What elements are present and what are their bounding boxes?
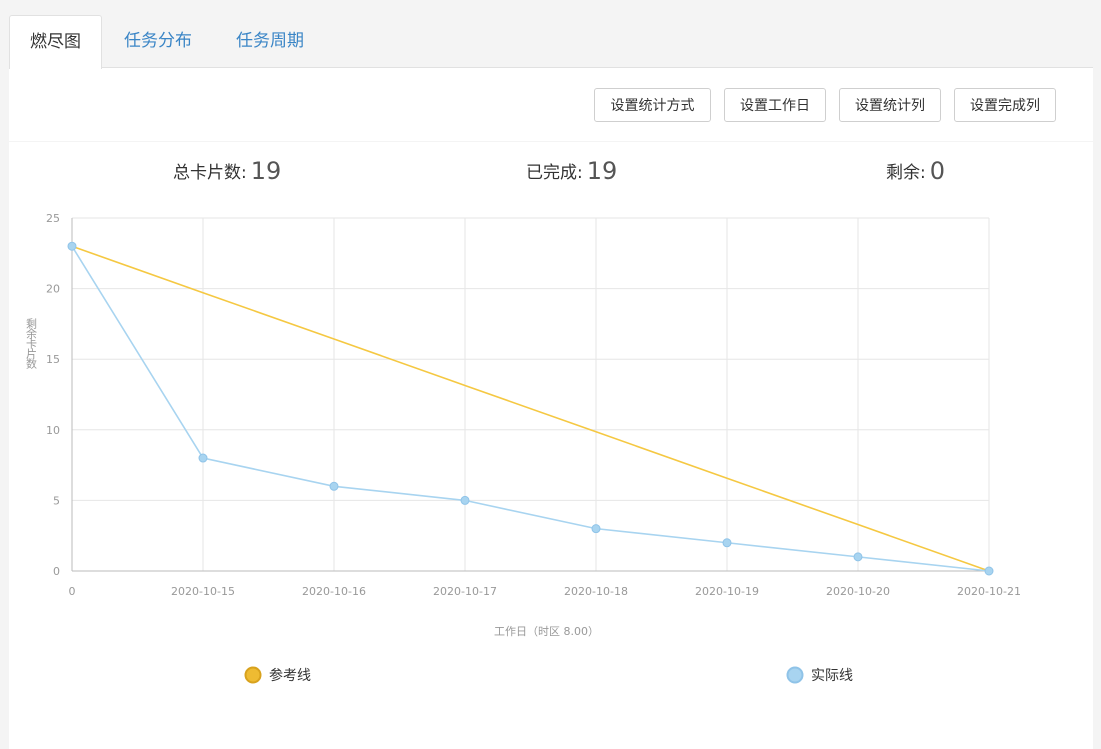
y-tick-label: 0 — [53, 565, 60, 578]
x-tick-label: 2020-10-21 — [957, 585, 1021, 598]
y-tick-label: 5 — [53, 494, 60, 507]
legend-actual-label[interactable]: 实际线 — [811, 668, 853, 684]
burndown-chart: 0 5 10 15 20 25 0 2020-10-15 2020-10-16 2020-10-1… — [25, 212, 1021, 684]
actual-point[interactable] — [198, 453, 208, 463]
actual-point[interactable] — [853, 552, 863, 562]
tab-burndown[interactable]: 燃尽图 — [9, 15, 102, 69]
x-tick-label: 2020-10-16 — [302, 585, 366, 598]
legend-actual-marker[interactable] — [786, 666, 804, 684]
actual-point[interactable] — [722, 538, 732, 548]
x-tick-label: 2020-10-20 — [826, 585, 890, 598]
actual-point[interactable] — [591, 524, 601, 534]
actual-point[interactable] — [984, 566, 994, 576]
x-tick-label: 2020-10-19 — [695, 585, 759, 598]
actual-point[interactable] — [67, 241, 77, 251]
x-tick-label: 0 — [69, 585, 76, 598]
x-tick-label: 2020-10-15 — [171, 585, 235, 598]
actual-point[interactable] — [329, 481, 339, 491]
x-tick-label: 2020-10-17 — [433, 585, 497, 598]
y-tick-label: 20 — [46, 283, 60, 296]
legend-reference-marker[interactable] — [244, 666, 262, 684]
y-tick-label: 15 — [46, 353, 60, 366]
x-tick-label: 2020-10-18 — [564, 585, 628, 598]
y-tick-label: 10 — [46, 424, 60, 437]
y-tick-label: 25 — [46, 212, 60, 225]
actual-point[interactable] — [460, 495, 470, 505]
x-axis-title: 工作日（时区 8.00） — [494, 625, 599, 638]
legend-reference-label[interactable]: 参考线 — [269, 667, 311, 684]
y-axis-title: 剩余卡片数 — [25, 318, 38, 370]
reference-line — [71, 245, 990, 572]
